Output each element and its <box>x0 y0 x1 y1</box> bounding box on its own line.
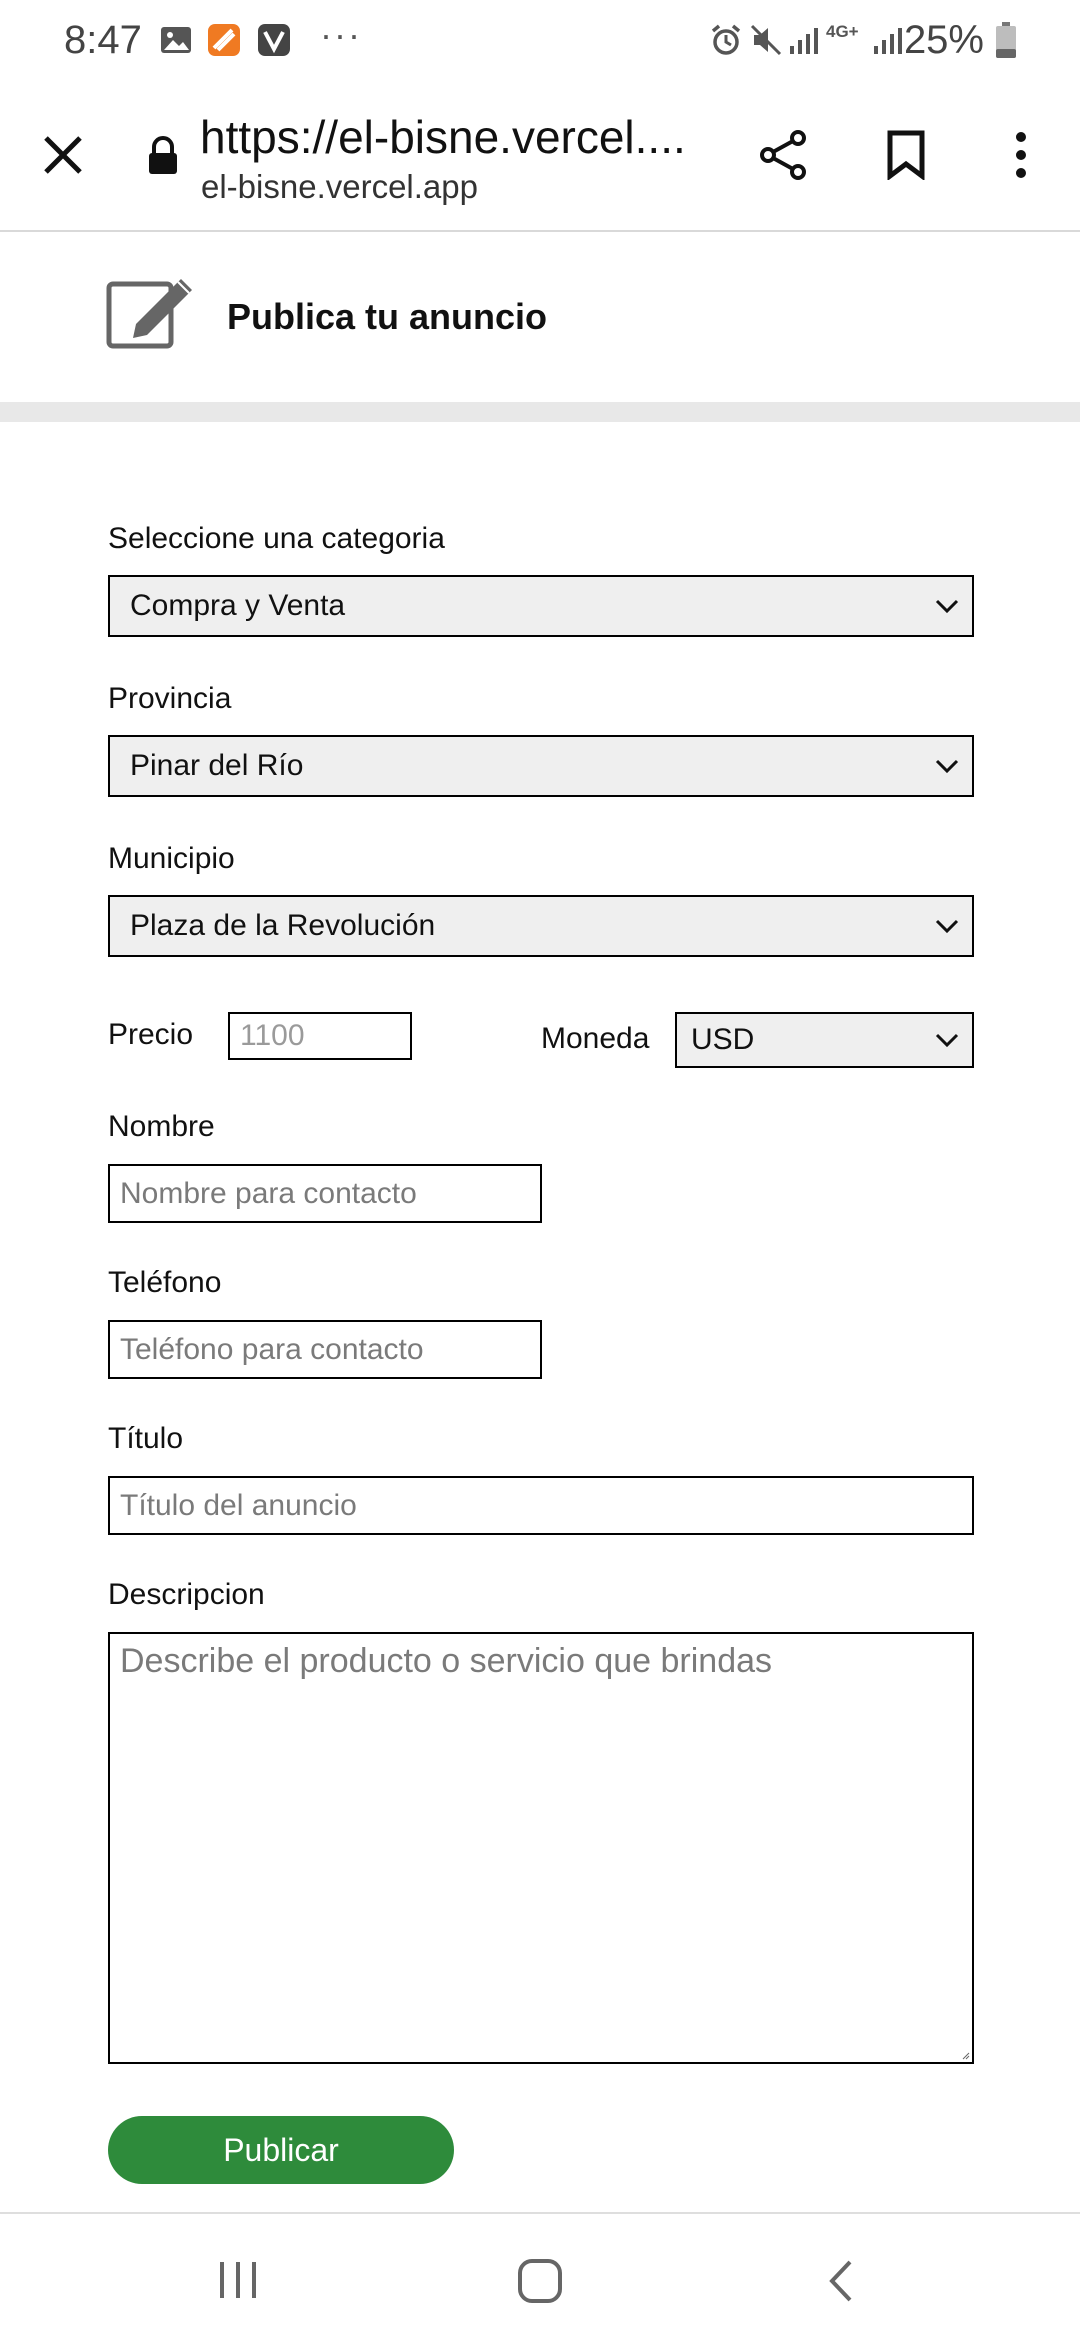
currency-selected-value: USD <box>691 1023 755 1056</box>
title-placeholder: Título del anuncio <box>120 1488 357 1522</box>
url-domain[interactable]: el-bisne.vercel.app <box>201 168 478 206</box>
url-text[interactable]: https://el-bisne.vercel.... <box>200 110 686 164</box>
signal-icon-2 <box>874 28 902 54</box>
bookmark-icon[interactable] <box>886 130 926 180</box>
name-placeholder: Nombre para contacto <box>120 1176 417 1210</box>
municipality-label: Municipio <box>108 842 235 875</box>
more-notifications-icon: ··· <box>320 14 362 55</box>
back-icon[interactable] <box>826 2258 856 2304</box>
alarm-icon <box>711 24 741 55</box>
chevron-down-icon <box>935 759 959 774</box>
close-icon[interactable] <box>40 132 86 178</box>
browser-toolbar: https://el-bisne.vercel.... el-bisne.ver… <box>0 84 1080 232</box>
chevron-down-icon <box>935 919 959 934</box>
phone-input[interactable]: Teléfono para contacto <box>108 1320 542 1379</box>
phone-label: Teléfono <box>108 1266 222 1299</box>
publish-button-label: Publicar <box>223 2131 339 2168</box>
signal-icon <box>790 28 818 54</box>
menu-dots-icon[interactable] <box>1010 130 1032 180</box>
phone-placeholder: Teléfono para contacto <box>120 1332 424 1366</box>
chevron-down-icon <box>935 1033 959 1048</box>
page-title: Publica tu anuncio <box>227 296 548 337</box>
currency-label: Moneda <box>541 1022 650 1055</box>
share-icon[interactable] <box>756 128 810 182</box>
price-input[interactable]: 1100 <box>228 1012 412 1060</box>
price-label: Precio <box>108 1018 194 1051</box>
edit-icon <box>106 279 192 349</box>
publish-button[interactable]: Publicar <box>108 2116 454 2184</box>
network-type: 4G+ <box>826 22 859 41</box>
recent-apps-icon[interactable] <box>216 2260 260 2300</box>
mute-icon <box>750 24 782 56</box>
gallery-icon <box>161 27 191 53</box>
name-input[interactable]: Nombre para contacto <box>108 1164 542 1223</box>
system-nav-bar <box>0 2212 1080 2340</box>
status-bar: 8:47 ··· 4G+ 25% <box>0 0 1080 84</box>
battery-percentage: 25% <box>903 18 984 62</box>
currency-select[interactable]: USD <box>675 1012 974 1068</box>
category-label: Seleccione una categoria <box>108 522 445 555</box>
municipality-selected-value: Plaza de la Revolución <box>130 909 436 942</box>
category-select[interactable]: Compra y Venta <box>108 575 974 637</box>
description-textarea[interactable]: Describe el producto o servicio que brin… <box>108 1632 974 2064</box>
category-selected-value: Compra y Venta <box>130 589 346 622</box>
page-header: Publica tu anuncio <box>0 232 1080 402</box>
municipality-select[interactable]: Plaza de la Revolución <box>108 895 974 957</box>
name-label: Nombre <box>108 1110 215 1143</box>
status-time: 8:47 <box>64 18 142 62</box>
home-icon[interactable] <box>516 2258 564 2304</box>
chevron-down-icon <box>935 599 959 614</box>
price-placeholder: 1100 <box>240 1019 305 1052</box>
province-selected-value: Pinar del Río <box>130 749 304 782</box>
resize-handle-icon[interactable] <box>962 2052 970 2060</box>
header-divider <box>0 402 1080 422</box>
app-notification-icon <box>208 24 240 56</box>
title-label: Título <box>108 1422 184 1455</box>
v-app-icon <box>258 24 290 56</box>
battery-icon <box>996 22 1016 58</box>
description-placeholder: Describe el producto o servicio que brin… <box>120 1642 773 1680</box>
province-select[interactable]: Pinar del Río <box>108 735 974 797</box>
lock-icon <box>149 136 177 174</box>
province-label: Provincia <box>108 682 232 715</box>
description-label: Descripcion <box>108 1578 265 1611</box>
title-input[interactable]: Título del anuncio <box>108 1476 974 1535</box>
